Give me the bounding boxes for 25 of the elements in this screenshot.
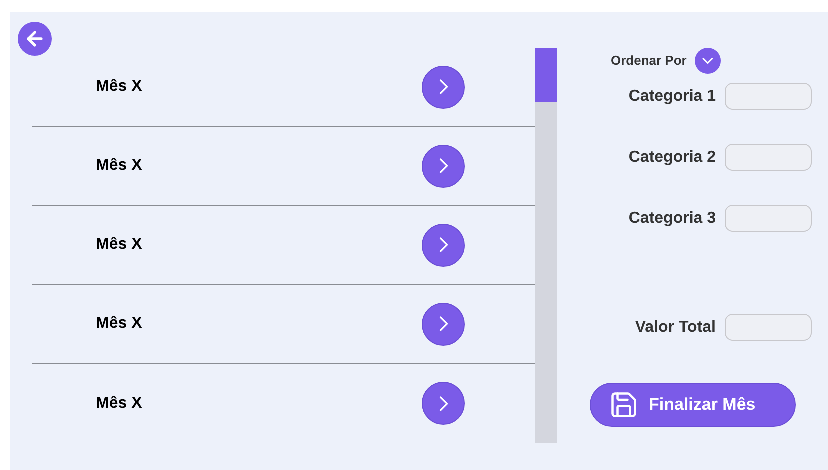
open-month-button[interactable] (422, 302, 465, 346)
sort-dropdown-button[interactable] (694, 48, 721, 74)
input-field[interactable] (725, 144, 812, 171)
open-month-button[interactable] (422, 382, 465, 425)
month-label: Mês X (96, 235, 142, 255)
scrollbar-track[interactable] (535, 48, 557, 443)
save-icon (609, 390, 639, 420)
field-label: Categoria 2 (628, 148, 716, 168)
month-label: Mês X (96, 156, 142, 176)
month-label: Mês X (96, 314, 142, 334)
sort-label: Ordenar Por (611, 52, 687, 70)
field-label: Valor Total (635, 318, 716, 338)
open-month-button[interactable] (422, 66, 465, 108)
input-field[interactable] (725, 314, 812, 341)
open-month-button[interactable] (422, 224, 465, 266)
back-button[interactable] (18, 22, 52, 56)
field-label: Categoria 1 (628, 86, 716, 106)
month-label: Mês X (96, 77, 142, 97)
month-label: Mês X (96, 394, 142, 414)
scrollbar-thumb[interactable] (535, 48, 557, 102)
field-label: Categoria 3 (628, 208, 716, 228)
open-month-button[interactable] (422, 144, 465, 188)
input-field[interactable] (725, 205, 812, 232)
input-field[interactable] (725, 83, 812, 110)
finish-month-button[interactable]: Finalizar Mês (590, 383, 796, 427)
